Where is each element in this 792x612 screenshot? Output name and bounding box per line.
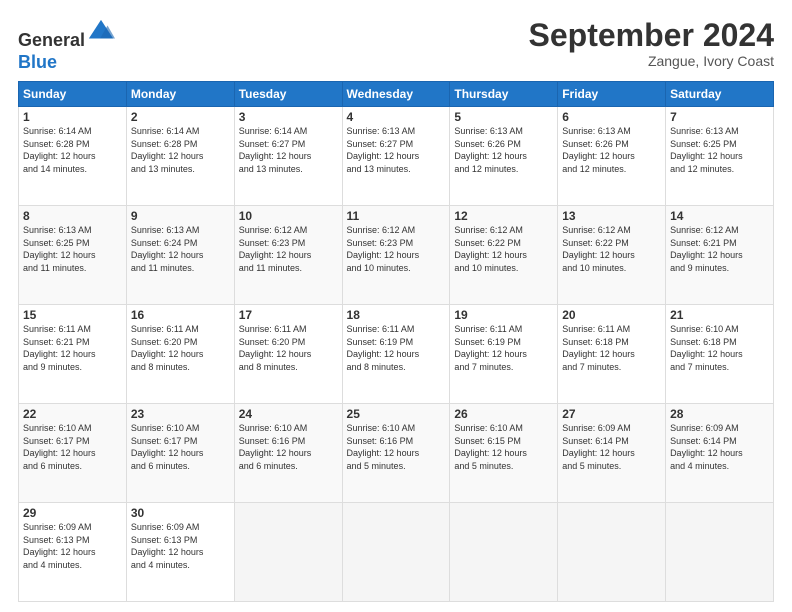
page: General Blue September 2024 Zangue, Ivor… xyxy=(0,0,792,612)
day-8: 8 Sunrise: 6:13 AMSunset: 6:25 PMDayligh… xyxy=(19,206,127,305)
calendar-table: Sunday Monday Tuesday Wednesday Thursday… xyxy=(18,81,774,602)
col-tuesday: Tuesday xyxy=(234,82,342,107)
day-4: 4 Sunrise: 6:13 AMSunset: 6:27 PMDayligh… xyxy=(342,107,450,206)
day-22: 22 Sunrise: 6:10 AMSunset: 6:17 PMDaylig… xyxy=(19,404,127,503)
week-2: 8 Sunrise: 6:13 AMSunset: 6:25 PMDayligh… xyxy=(19,206,774,305)
day-7: 7 Sunrise: 6:13 AMSunset: 6:25 PMDayligh… xyxy=(666,107,774,206)
day-16: 16 Sunrise: 6:11 AMSunset: 6:20 PMDaylig… xyxy=(126,305,234,404)
day-1: 1 Sunrise: 6:14 AMSunset: 6:28 PMDayligh… xyxy=(19,107,127,206)
logo-icon xyxy=(87,18,115,46)
day-2: 2 Sunrise: 6:14 AMSunset: 6:28 PMDayligh… xyxy=(126,107,234,206)
week-4: 22 Sunrise: 6:10 AMSunset: 6:17 PMDaylig… xyxy=(19,404,774,503)
logo-text: General Blue xyxy=(18,18,115,73)
month-title: September 2024 xyxy=(529,18,774,53)
day-30: 30 Sunrise: 6:09 AMSunset: 6:13 PMDaylig… xyxy=(126,503,234,602)
day-12: 12 Sunrise: 6:12 AMSunset: 6:22 PMDaylig… xyxy=(450,206,558,305)
week-3: 15 Sunrise: 6:11 AMSunset: 6:21 PMDaylig… xyxy=(19,305,774,404)
day-29: 29 Sunrise: 6:09 AMSunset: 6:13 PMDaylig… xyxy=(19,503,127,602)
col-friday: Friday xyxy=(558,82,666,107)
empty-cell-4 xyxy=(558,503,666,602)
day-3: 3 Sunrise: 6:14 AMSunset: 6:27 PMDayligh… xyxy=(234,107,342,206)
empty-cell-5 xyxy=(666,503,774,602)
day-26: 26 Sunrise: 6:10 AMSunset: 6:15 PMDaylig… xyxy=(450,404,558,503)
col-wednesday: Wednesday xyxy=(342,82,450,107)
empty-cell-3 xyxy=(450,503,558,602)
empty-cell-2 xyxy=(342,503,450,602)
day-24: 24 Sunrise: 6:10 AMSunset: 6:16 PMDaylig… xyxy=(234,404,342,503)
day-5: 5 Sunrise: 6:13 AMSunset: 6:26 PMDayligh… xyxy=(450,107,558,206)
day-11: 11 Sunrise: 6:12 AMSunset: 6:23 PMDaylig… xyxy=(342,206,450,305)
day-28: 28 Sunrise: 6:09 AMSunset: 6:14 PMDaylig… xyxy=(666,404,774,503)
day-13: 13 Sunrise: 6:12 AMSunset: 6:22 PMDaylig… xyxy=(558,206,666,305)
day-6: 6 Sunrise: 6:13 AMSunset: 6:26 PMDayligh… xyxy=(558,107,666,206)
logo: General Blue xyxy=(18,18,115,73)
day-14: 14 Sunrise: 6:12 AMSunset: 6:21 PMDaylig… xyxy=(666,206,774,305)
col-saturday: Saturday xyxy=(666,82,774,107)
day-17: 17 Sunrise: 6:11 AMSunset: 6:20 PMDaylig… xyxy=(234,305,342,404)
logo-general: General xyxy=(18,30,85,50)
empty-cell-1 xyxy=(234,503,342,602)
col-sunday: Sunday xyxy=(19,82,127,107)
day-23: 23 Sunrise: 6:10 AMSunset: 6:17 PMDaylig… xyxy=(126,404,234,503)
logo-blue: Blue xyxy=(18,52,57,72)
day-20: 20 Sunrise: 6:11 AMSunset: 6:18 PMDaylig… xyxy=(558,305,666,404)
day-18: 18 Sunrise: 6:11 AMSunset: 6:19 PMDaylig… xyxy=(342,305,450,404)
header: General Blue September 2024 Zangue, Ivor… xyxy=(18,18,774,73)
location: Zangue, Ivory Coast xyxy=(529,53,774,69)
day-9: 9 Sunrise: 6:13 AMSunset: 6:24 PMDayligh… xyxy=(126,206,234,305)
day-21: 21 Sunrise: 6:10 AMSunset: 6:18 PMDaylig… xyxy=(666,305,774,404)
title-block: September 2024 Zangue, Ivory Coast xyxy=(529,18,774,69)
day-27: 27 Sunrise: 6:09 AMSunset: 6:14 PMDaylig… xyxy=(558,404,666,503)
day-25: 25 Sunrise: 6:10 AMSunset: 6:16 PMDaylig… xyxy=(342,404,450,503)
col-thursday: Thursday xyxy=(450,82,558,107)
col-monday: Monday xyxy=(126,82,234,107)
week-1: 1 Sunrise: 6:14 AMSunset: 6:28 PMDayligh… xyxy=(19,107,774,206)
day-19: 19 Sunrise: 6:11 AMSunset: 6:19 PMDaylig… xyxy=(450,305,558,404)
day-15: 15 Sunrise: 6:11 AMSunset: 6:21 PMDaylig… xyxy=(19,305,127,404)
week-5: 29 Sunrise: 6:09 AMSunset: 6:13 PMDaylig… xyxy=(19,503,774,602)
day-10: 10 Sunrise: 6:12 AMSunset: 6:23 PMDaylig… xyxy=(234,206,342,305)
